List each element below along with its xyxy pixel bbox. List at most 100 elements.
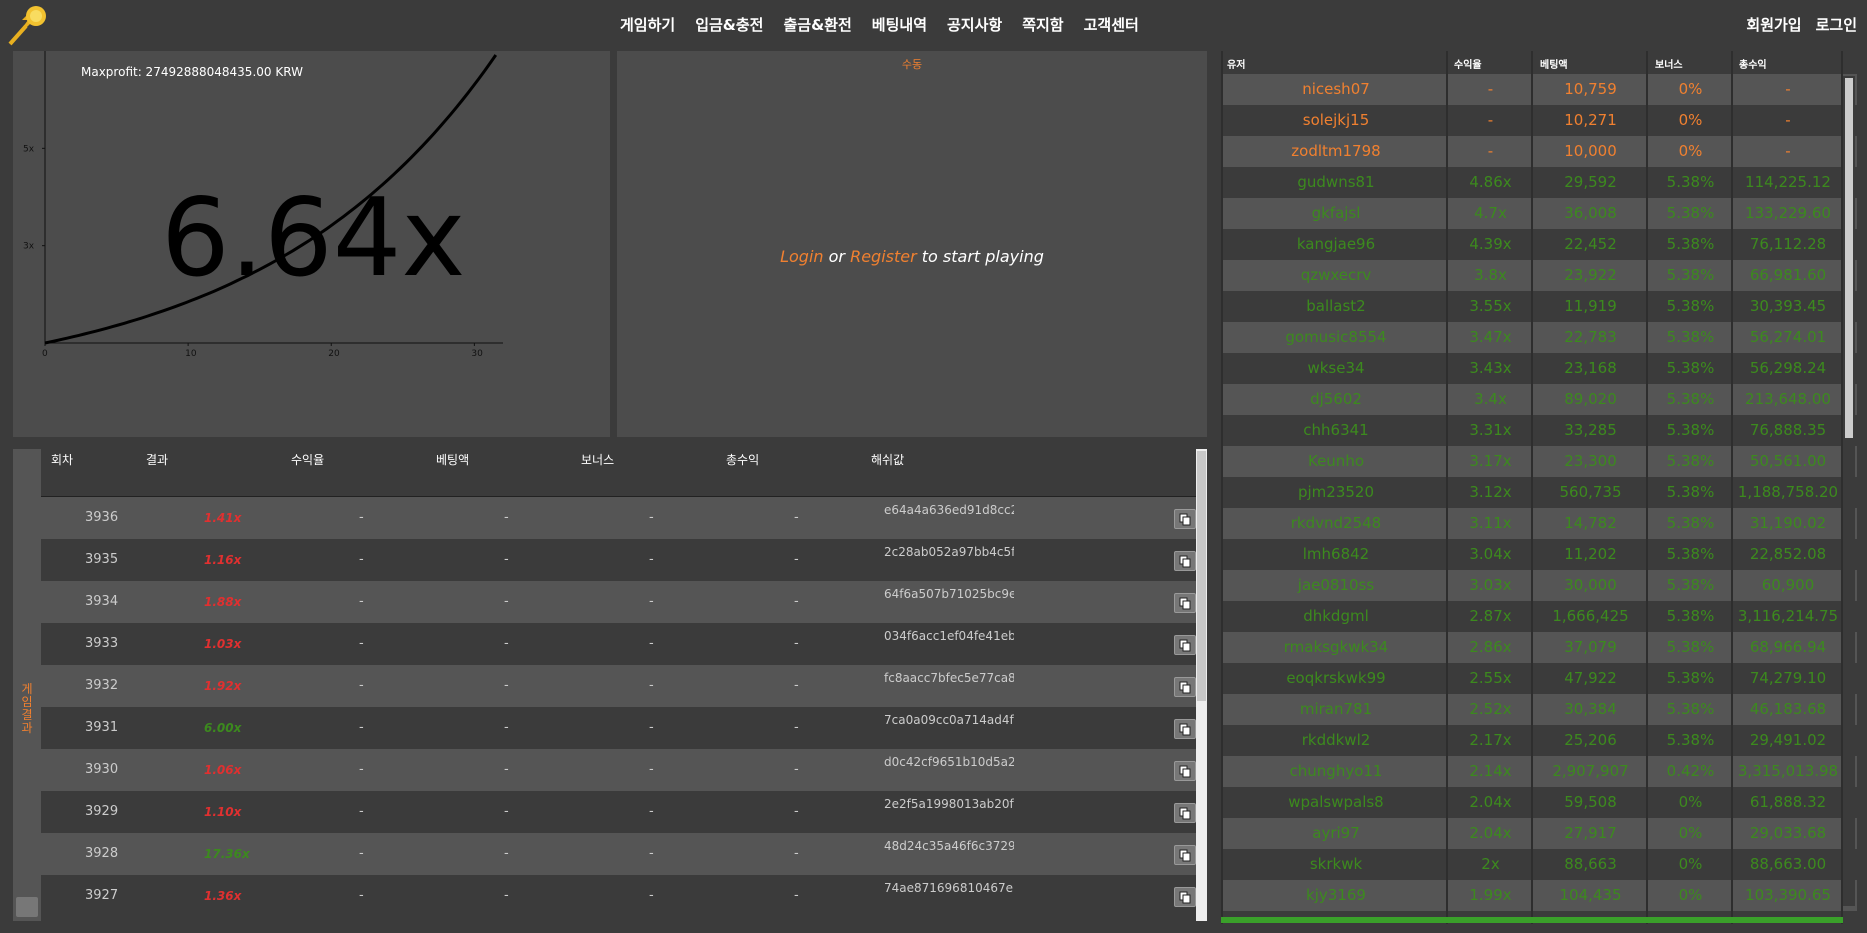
fireball-icon[interactable]	[6, 2, 50, 46]
copy-hash-button[interactable]	[1174, 719, 1196, 739]
tab-game-results[interactable]: 게임결과	[13, 449, 41, 921]
register-link[interactable]: Register	[850, 247, 917, 266]
user-bet-row: wkse34 3.43x 23,168 5.38% 56,298.24	[1221, 353, 1857, 384]
copy-hash-button[interactable]	[1174, 845, 1196, 865]
history-cell-result: 1.03x	[204, 637, 242, 651]
history-cell-bet: -	[504, 552, 509, 567]
users-scrollbar[interactable]	[1843, 76, 1855, 906]
history-cell-rate: -	[359, 594, 364, 609]
x-tick-label: 0	[42, 349, 48, 359]
nav-item-1[interactable]: 입금&충전	[695, 14, 763, 35]
history-cell-total: -	[794, 636, 799, 651]
history-cell-bonus: -	[649, 510, 654, 525]
user-cell-rate: -	[1487, 142, 1494, 160]
user-cell-user: zodltm1798	[1291, 142, 1381, 160]
tab-manual[interactable]: 수동	[617, 56, 1207, 72]
user-cell-bet: 104,435	[1559, 886, 1622, 904]
prompt-tail: to start playing	[916, 247, 1044, 266]
user-bet-row: chunghyo11 2.14x 2,907,907 0.42% 3,315,013.9…	[1221, 756, 1857, 787]
copy-hash-button[interactable]	[1174, 803, 1196, 823]
user-cell-rate: -	[1487, 111, 1494, 129]
history-row[interactable]: 3935 1.16x - - - - 2c28ab052a97bb4c5f	[41, 539, 1196, 581]
user-bet-row: kangjae96 4.39x 22,452 5.38% 76,112.28	[1221, 229, 1857, 260]
user-cell-user: eoqkrskwk99	[1286, 669, 1386, 687]
user-cell-bet: 37,079	[1564, 638, 1617, 656]
history-col-header: 결과	[146, 453, 169, 467]
nav-item-2[interactable]: 출금&환전	[784, 14, 852, 35]
user-cell-bonus: 5.38%	[1666, 545, 1715, 563]
user-cell-user: dj5602	[1310, 390, 1362, 408]
user-cell-bet: 36,008	[1564, 204, 1617, 222]
history-cell-result: 1.06x	[204, 763, 242, 777]
history-row[interactable]: 3927 1.36x - - - - 74ae871696810467e	[41, 875, 1196, 917]
history-row[interactable]: 3928 17.36x - - - - 48d24c35a46f6c3729	[41, 833, 1196, 875]
history-cell-bonus: -	[649, 678, 654, 693]
history-row[interactable]: 3930 1.06x - - - - d0c42cf9651b10d5a2	[41, 749, 1196, 791]
nav-item-5[interactable]: 쪽지함	[1022, 14, 1063, 35]
history-scrollbar[interactable]	[1196, 449, 1207, 921]
user-cell-bonus: 5.38%	[1666, 328, 1715, 346]
login-link-prompt[interactable]: Login	[780, 247, 823, 266]
signup-link[interactable]: 회원가입	[1746, 14, 1801, 35]
user-cell-user: Keunho	[1307, 452, 1364, 470]
history-row[interactable]: 3932 1.92x - - - - fc8aacc7bfec5e77ca8	[41, 665, 1196, 707]
user-cell-bonus: 0.42%	[1666, 762, 1715, 780]
users-table-body: nicesh07-10,759 0% - solejkj15-10,271 0% - zod…	[1221, 74, 1857, 911]
copy-hash-button[interactable]	[1174, 551, 1196, 571]
users-table-header: 유저 수익율 베팅액 보너스 총수익	[1221, 51, 1857, 74]
copy-hash-button[interactable]	[1174, 593, 1196, 613]
user-cell-bet: 88,663	[1564, 855, 1617, 873]
user-cell-bonus: 5.38%	[1666, 266, 1715, 284]
user-cell-total: 56,298.24	[1749, 359, 1827, 377]
history-row[interactable]: 3934 1.88x - - - - 64f6a507b71025bc9e	[41, 581, 1196, 623]
history-col-header: 보너스	[581, 453, 615, 467]
history-cell-round: 3930	[85, 762, 119, 777]
copy-hash-button[interactable]	[1174, 761, 1196, 781]
user-bet-row: nicesh07 - 10,759 0% -	[1221, 74, 1857, 105]
nav-item-0[interactable]: 게임하기	[620, 14, 675, 35]
user-cell-rate: 2.14x	[1469, 762, 1512, 780]
copy-hash-button[interactable]	[1174, 635, 1196, 655]
user-bet-row: chh6341 3.31x 33,285 5.38% 76,888.35	[1221, 415, 1857, 446]
user-bet-row: lmh6842 3.04x 11,202 5.38% 22,852.08	[1221, 539, 1857, 570]
nav-item-6[interactable]: 고객센터	[1084, 14, 1139, 35]
history-cell-bet: -	[504, 510, 509, 525]
copy-icon	[1179, 681, 1191, 694]
user-bet-row: dj5602 3.4x 89,020 5.38% 213,648.00	[1221, 384, 1857, 415]
login-link[interactable]: 로그인	[1816, 14, 1857, 35]
user-cell-user: gudwns81	[1297, 173, 1375, 191]
user-cell-total: -	[1785, 80, 1791, 98]
copy-hash-button[interactable]	[1174, 887, 1196, 907]
history-table: 회차 결과 수익율 베팅액 보너스 총수익 해쉬값 3936 1.41x - - - - e64a4a6…	[41, 449, 1196, 917]
copy-hash-button[interactable]	[1174, 509, 1196, 529]
user-cell-total: 50,561.00	[1749, 452, 1827, 470]
history-cell-round: 3934	[85, 594, 119, 609]
nav-item-3[interactable]: 베팅내역	[872, 14, 927, 35]
copy-hash-button[interactable]	[1174, 677, 1196, 697]
max-profit-label: Maxprofit: 27492888048435.00 KRW	[81, 65, 303, 79]
user-cell-bonus: 5.38%	[1666, 700, 1715, 718]
user-cell-bonus: 5.38%	[1666, 576, 1715, 594]
history-cell-rate: -	[359, 636, 364, 651]
column-divider	[1531, 51, 1533, 924]
history-row[interactable]: 3933 1.03x - - - - 034f6acc1ef04fe41eb	[41, 623, 1196, 665]
user-cell-rate: 4.86x	[1469, 173, 1512, 191]
nav-item-4[interactable]: 공지사항	[947, 14, 1002, 35]
history-cell-result: 1.92x	[204, 679, 242, 693]
history-cell-hash: e64a4a636ed91d8cc2	[884, 503, 1014, 517]
history-cell-bet: -	[504, 678, 509, 693]
user-cell-bet: 11,202	[1564, 545, 1617, 563]
user-bet-row: gomusic8554 3.47x 22,783 5.38% 56,274.01	[1221, 322, 1857, 353]
history-cell-total: -	[794, 804, 799, 819]
history-row[interactable]: 3931 6.00x - - - - 7ca0a09cc0a714ad4f	[41, 707, 1196, 749]
history-row[interactable]: 3929 1.10x - - - - 2e2f5a1998013ab20f	[41, 791, 1196, 833]
copy-icon	[1179, 765, 1191, 778]
settings-toggle[interactable]	[16, 897, 38, 917]
user-cell-bet: 59,508	[1564, 793, 1617, 811]
history-row[interactable]: 3936 1.41x - - - - e64a4a636ed91d8cc2	[41, 497, 1196, 539]
users-scrollbar-thumb[interactable]	[1845, 78, 1853, 438]
user-bet-row: wpalswpals8 2.04x 59,508 0% 61,888.32	[1221, 787, 1857, 818]
history-scrollbar-thumb[interactable]	[1197, 451, 1206, 701]
user-cell-total: 60,900	[1761, 576, 1815, 594]
user-cell-bet: 89,020	[1564, 390, 1617, 408]
